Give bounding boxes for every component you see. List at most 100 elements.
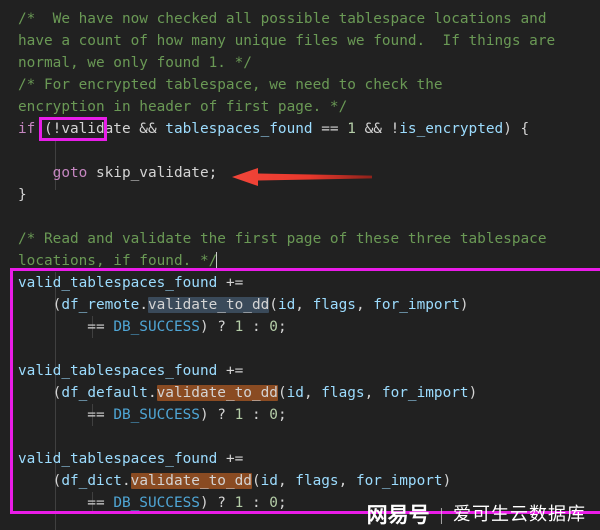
code-token: += <box>217 451 244 467</box>
code-token: flags <box>312 297 356 313</box>
code-token: , <box>277 473 296 489</box>
code-token: 0 <box>269 407 278 423</box>
code-token: ) <box>442 473 452 489</box>
code-token: ; <box>277 319 287 335</box>
code-token: normal, we only found 1. */ <box>18 55 252 71</box>
code-token: 0 <box>269 319 278 335</box>
code-line[interactable]: /* For encrypted tablespace, we need to … <box>0 74 600 96</box>
code-token: ( <box>277 385 287 401</box>
code-line[interactable]: normal, we only found 1. */ <box>0 52 600 74</box>
code-token: df_default <box>61 385 148 401</box>
code-token: for_import <box>373 297 460 313</box>
code-token: if <box>18 121 36 137</box>
code-token: += <box>217 275 244 291</box>
code-token: flags <box>295 473 339 489</box>
code-token: 0 <box>269 495 278 511</box>
code-token: validate_to_dd <box>130 473 252 489</box>
code-token: flags <box>321 385 365 401</box>
code-token: validate_to_dd <box>156 385 278 401</box>
code-token: , <box>338 473 356 489</box>
code-token: for_import <box>381 385 469 401</box>
code-token: id <box>277 297 296 313</box>
code-line[interactable]: == DB_SUCCESS) ? 1 : 0; <box>0 404 600 426</box>
code-content[interactable]: /* We have now checked all possible tabl… <box>0 0 600 514</box>
code-token: have a count of how many unique files we… <box>18 33 556 49</box>
code-line[interactable]: valid_tablespaces_found += <box>0 360 600 382</box>
code-token: . <box>139 297 148 313</box>
code-token: : <box>243 319 270 335</box>
code-token: locations, if found. */ <box>18 253 218 269</box>
code-token: valid_tablespaces_found <box>18 451 218 467</box>
code-token: tablespaces_found <box>165 121 313 137</box>
code-token: ) ? <box>199 495 235 511</box>
code-token: : <box>243 495 270 511</box>
code-token: skip_validate <box>95 165 209 181</box>
code-line[interactable]: goto skip_validate; <box>0 162 600 184</box>
code-line[interactable]: } <box>0 184 600 206</box>
code-token: 1 <box>234 495 244 511</box>
code-token: == <box>312 121 348 137</box>
code-token: df_dict <box>61 473 122 489</box>
code-line[interactable]: encryption in header of first page. */ <box>0 96 600 118</box>
code-line[interactable]: have a count of how many unique files we… <box>0 30 600 52</box>
code-token: df_remote <box>61 297 140 313</box>
code-token: . <box>121 473 131 489</box>
code-line[interactable]: == DB_SUCCESS) ? 1 : 0; <box>0 492 600 514</box>
code-token: && <box>130 121 166 137</box>
code-token: ( <box>35 121 53 137</box>
code-line[interactable]: (df_dict.validate_to_dd(id, flags, for_i… <box>0 470 600 492</box>
code-token: validate_to_dd <box>147 297 270 313</box>
code-token: && ! <box>355 121 400 137</box>
code-token: == <box>18 407 114 423</box>
code-token: ; <box>277 407 287 423</box>
code-token: valid_tablespaces_found <box>18 275 218 291</box>
code-line[interactable] <box>0 140 600 162</box>
code-line[interactable]: == DB_SUCCESS) ? 1 : 0; <box>0 316 600 338</box>
code-token: ) <box>468 385 478 401</box>
code-line[interactable]: (df_default.validate_to_dd(id, flags, fo… <box>0 382 600 404</box>
code-token: id <box>260 473 278 489</box>
code-token: /* For encrypted tablespace, we need to … <box>18 77 443 93</box>
code-token: /* We have now checked all possible tabl… <box>18 11 547 27</box>
code-token: == <box>18 319 114 335</box>
code-line[interactable]: locations, if found. */ <box>0 250 600 272</box>
code-token: encryption in header of first page. */ <box>18 99 348 115</box>
code-line[interactable] <box>0 426 600 448</box>
code-line[interactable] <box>0 338 600 360</box>
code-token: ( <box>18 473 62 489</box>
indent-guide <box>55 514 56 530</box>
code-token: 1 <box>234 319 244 335</box>
code-token: DB_SUCCESS <box>113 319 200 335</box>
code-line[interactable]: /* Read and validate the first page of t… <box>0 228 600 250</box>
code-token: ( <box>251 473 261 489</box>
code-line[interactable]: valid_tablespaces_found += <box>0 272 600 294</box>
code-line[interactable]: valid_tablespaces_found += <box>0 448 600 470</box>
code-token: ) ? <box>199 319 235 335</box>
code-token: DB_SUCCESS <box>113 407 200 423</box>
code-token: , <box>303 385 322 401</box>
code-token: goto <box>52 165 88 181</box>
code-token: for_import <box>355 473 443 489</box>
code-line[interactable]: /* We have now checked all possible tabl… <box>0 8 600 30</box>
code-token: , <box>364 385 382 401</box>
code-token: 1 <box>347 121 356 137</box>
code-token: ; <box>208 165 218 181</box>
code-token: , <box>355 297 374 313</box>
code-token: ) <box>459 297 469 313</box>
code-token: } <box>18 187 27 203</box>
code-line[interactable]: if (!validate && tablespaces_found == 1 … <box>0 118 600 140</box>
code-token: ; <box>277 495 287 511</box>
code-token: ) ? <box>199 407 235 423</box>
code-token: is_encrypted <box>399 121 504 137</box>
code-line[interactable]: (df_remote.validate_to_dd(id, flags, for… <box>0 294 600 316</box>
code-line[interactable] <box>0 206 600 228</box>
code-token: : <box>243 407 270 423</box>
code-token: += <box>217 363 244 379</box>
code-editor-screenshot: /* We have now checked all possible tabl… <box>0 0 600 530</box>
code-token: valid_tablespaces_found <box>18 363 218 379</box>
code-token: ( <box>269 297 278 313</box>
code-token: 1 <box>234 407 244 423</box>
code-token: == <box>18 495 114 511</box>
